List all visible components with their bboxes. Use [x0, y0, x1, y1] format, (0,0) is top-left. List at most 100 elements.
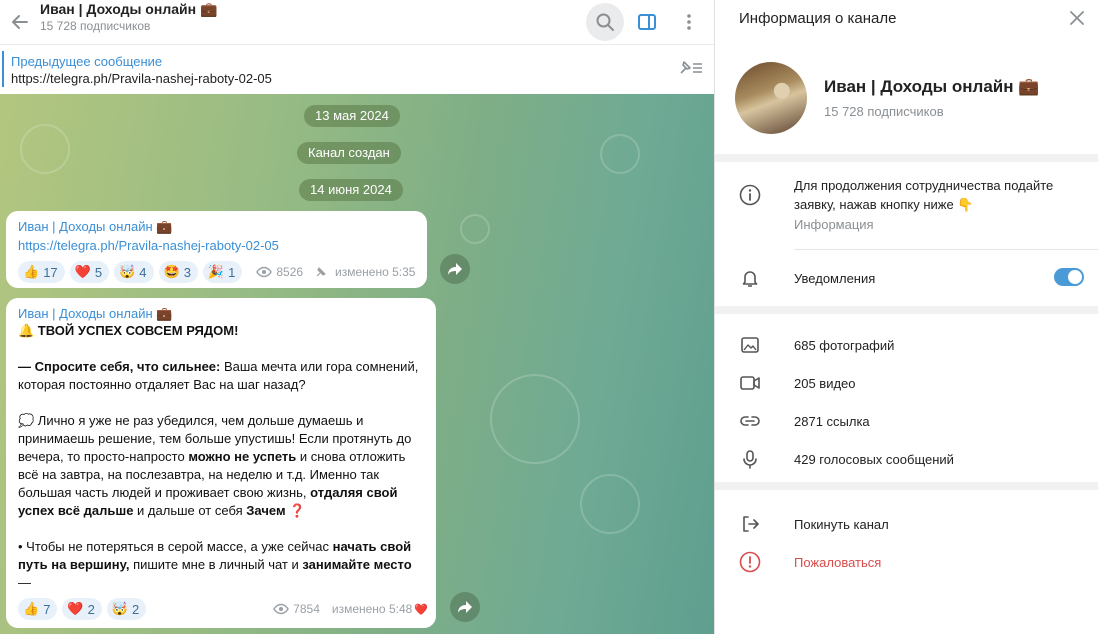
edited-time: изменено 5:48 [331, 602, 413, 616]
reaction-count: 2 [132, 601, 140, 617]
reaction-chip[interactable]: 🤩 3 [158, 261, 198, 283]
date-pill: 13 мая 2024 [304, 105, 400, 127]
reaction-chip[interactable]: 👍 7 [18, 598, 58, 620]
bold-text: можно не успеть [188, 449, 297, 464]
mind-blown-icon: 🤯 [119, 264, 136, 279]
bold-text: Зачем ❓ [246, 503, 306, 518]
message-author[interactable]: Иван | Доходы онлайн 💼 [18, 306, 426, 322]
pinned-bar [2, 51, 4, 87]
notifications-toggle[interactable] [1054, 268, 1084, 286]
close-icon[interactable] [1067, 8, 1087, 28]
own-reaction-heart-icon: ❤️ [414, 603, 428, 616]
leave-channel-label: Покинуть канал [794, 516, 889, 532]
notifications-row[interactable]: Уведомления [715, 259, 1098, 297]
background-doodle [600, 134, 640, 174]
microphone-icon [739, 448, 761, 470]
message-link[interactable]: https://telegra.ph/Pravila-nashej-raboty… [18, 238, 417, 253]
avatar[interactable] [735, 62, 807, 134]
links-label: 2871 ссылка [794, 413, 870, 429]
text-span: пишите мне в личный чат и [129, 557, 303, 572]
eye-icon [256, 266, 273, 278]
message-author[interactable]: Иван | Доходы онлайн 💼 [18, 219, 417, 235]
bold-text: — Спросите себя, что сильнее: [18, 359, 221, 374]
report-row[interactable]: Пожаловаться [715, 543, 1098, 581]
date-pill: 14 июня 2024 [299, 179, 403, 201]
info-icon [739, 184, 761, 206]
forward-button[interactable] [440, 254, 470, 284]
pinned-title: Предыдущее сообщение [11, 54, 163, 69]
reaction-chip[interactable]: 🎉 1 [202, 261, 243, 283]
heart-icon: ❤️ [67, 601, 84, 616]
heart-icon: ❤️ [74, 264, 91, 279]
message-footer: 👍 17 ❤️ 5 🤯 4 🤩 3 🎉 1 8526 изменено 5:35 [18, 261, 417, 283]
sidebar-toggle-button[interactable] [628, 3, 666, 41]
reaction-chip[interactable]: 👍 17 [18, 261, 65, 283]
view-count: 8526 [276, 265, 304, 279]
channel-description: Для продолжения сотрудничества подайте з… [794, 178, 1054, 212]
pin-icon [316, 267, 326, 277]
videos-row[interactable]: 205 видео [715, 364, 1098, 402]
message-meta: 7854 изменено 5:48 ❤️ [273, 602, 428, 616]
message-heading: 🔔 ТВОЙ УСПЕХ СОВСЕМ РЯДОМ! [18, 323, 239, 338]
report-label: Пожаловаться [794, 554, 882, 570]
reaction-count: 5 [94, 264, 103, 280]
message-meta: 8526 изменено 5:35 [256, 265, 415, 279]
search-button[interactable] [586, 3, 624, 41]
link-icon [739, 410, 761, 432]
reaction-count: 7 [43, 601, 51, 617]
panel-title: Информация о канале [739, 10, 897, 27]
message-bubble[interactable]: Иван | Доходы онлайн 💼 https://telegra.p… [6, 211, 427, 288]
reaction-chip[interactable]: ❤️ 5 [69, 261, 110, 283]
leave-channel-row[interactable]: Покинуть канал [715, 505, 1098, 543]
bell-icon [739, 267, 761, 289]
thumbs-up-icon: 👍 [23, 264, 40, 279]
more-button[interactable] [670, 3, 708, 41]
warning-icon [739, 551, 761, 573]
share-arrow-icon [458, 601, 472, 613]
share-arrow-icon [448, 263, 462, 275]
pinned-message[interactable]: Предыдущее сообщение https://telegra.ph/… [0, 44, 714, 94]
reaction-chip[interactable]: 🤯 2 [106, 598, 147, 620]
reaction-count: 3 [183, 264, 191, 280]
search-icon [596, 13, 614, 31]
links-row[interactable]: 2871 ссылка [715, 402, 1098, 440]
message-bubble[interactable]: Иван | Доходы онлайн 💼 🔔 ТВОЙ УСПЕХ СОВС… [6, 298, 436, 628]
description-label: Информация [794, 217, 874, 232]
message-paragraph: • Чтобы не потеряться в серой массе, а у… [18, 538, 426, 592]
divider [794, 249, 1098, 250]
view-count: 7854 [293, 602, 320, 616]
reaction-chip[interactable]: ❤️ 2 [62, 598, 102, 620]
reaction-count: 1 [228, 264, 236, 280]
channel-name: Иван | Доходы онлайн 💼 [824, 77, 1040, 96]
service-pill: Канал создан [297, 142, 401, 164]
reactions-list: 👍 7 ❤️ 2 🤯 2 [18, 598, 147, 620]
notifications-label: Уведомления [794, 270, 876, 286]
background-doodle [20, 124, 70, 174]
chat-header: Иван | Доходы онлайн 💼 15 728 подписчико… [0, 0, 714, 44]
star-struck-icon: 🤩 [163, 264, 180, 279]
forward-button[interactable] [450, 592, 480, 622]
text-span: и дальше от себя [133, 503, 247, 518]
background-doodle [490, 374, 580, 464]
eye-icon [273, 603, 289, 615]
message-paragraph: 💭 Лично я уже не раз убедился, чем дольш… [18, 412, 426, 520]
chat-title-block[interactable]: Иван | Доходы онлайн 💼 15 728 подписчико… [40, 1, 217, 34]
more-vertical-icon [687, 14, 691, 30]
photos-row[interactable]: 685 фотографий [715, 326, 1098, 364]
channel-subscribers: 15 728 подписчиков [824, 104, 944, 119]
arrow-left-icon [12, 15, 28, 29]
chat-title: Иван | Доходы онлайн 💼 [40, 0, 218, 17]
image-icon [739, 334, 761, 356]
videos-label: 205 видео [794, 375, 856, 391]
back-button[interactable] [2, 4, 38, 40]
video-icon [739, 372, 761, 394]
party-popper-icon: 🎉 [207, 264, 225, 279]
background-doodle [460, 214, 490, 244]
mind-blown-icon: 🤯 [111, 601, 129, 616]
text-span: • Чтобы не потеряться в серой массе, а у… [18, 539, 333, 554]
voice-row[interactable]: 429 голосовых сообщений [715, 440, 1098, 478]
text-span: — [18, 575, 31, 590]
pin-list-icon[interactable] [678, 58, 704, 76]
reaction-chip[interactable]: 🤯 4 [114, 261, 154, 283]
thumbs-up-icon: 👍 [23, 601, 40, 616]
